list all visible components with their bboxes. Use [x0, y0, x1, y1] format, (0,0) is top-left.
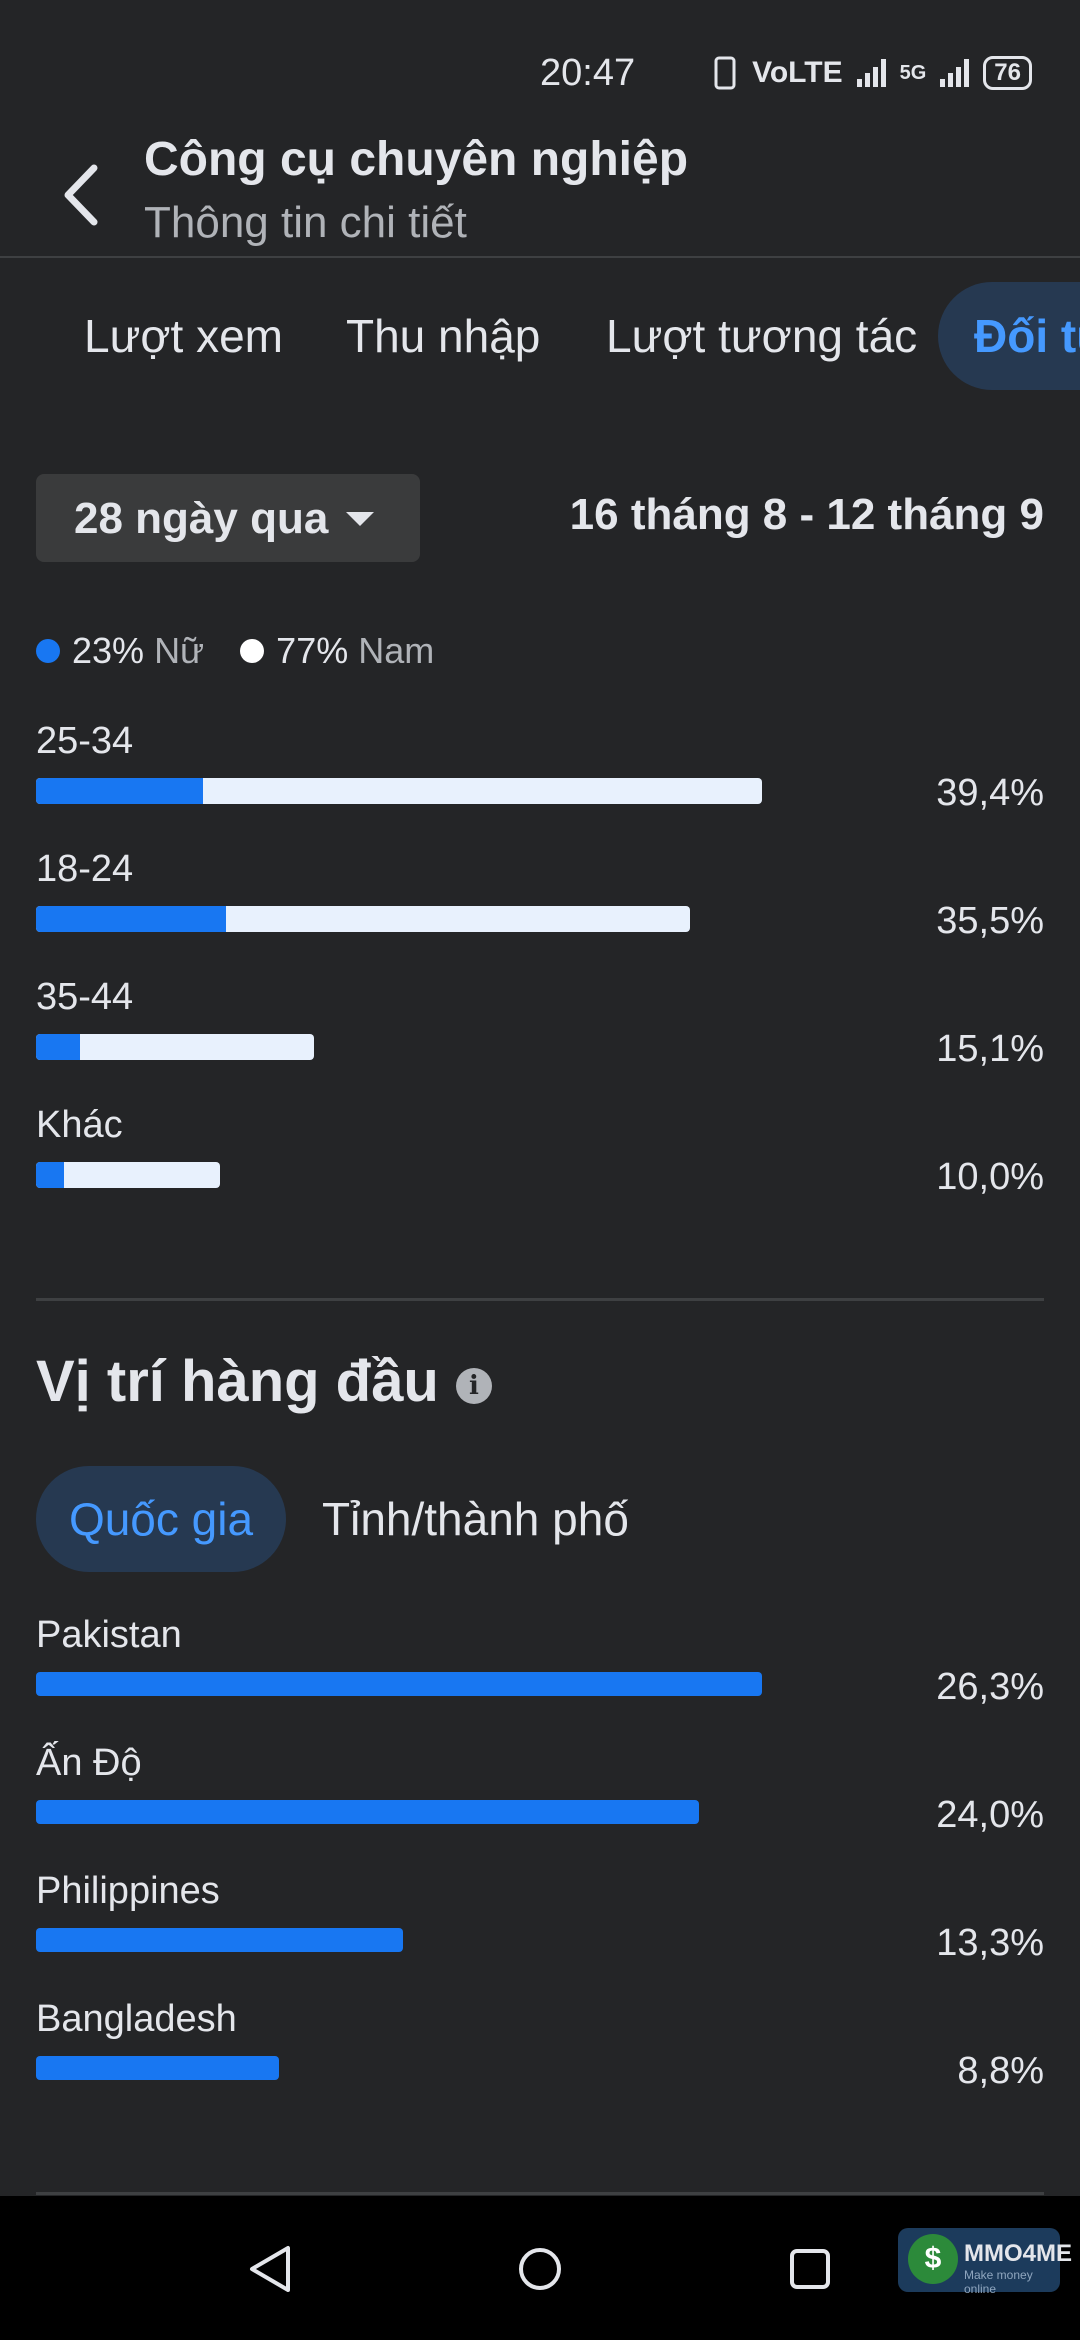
male-label: Nam: [358, 630, 435, 671]
location-bar: [36, 2056, 279, 2080]
tab-city[interactable]: Tỉnh/thành phố: [322, 1466, 629, 1572]
tab-engagement[interactable]: Lượt tương tác: [606, 282, 917, 390]
age-bar: [36, 778, 762, 804]
info-icon[interactable]: i: [456, 1368, 492, 1404]
vibrate-icon: [714, 56, 736, 90]
female-bar-fill: [36, 906, 226, 932]
location-bar: [36, 1672, 762, 1696]
age-row: Khác 10,0%: [36, 1104, 1044, 1214]
page-subtitle: Thông tin chi tiết: [144, 198, 467, 247]
watermark-logo: $ MMO4ME Make money online: [898, 2228, 1072, 2296]
location-label: Bangladesh: [36, 1998, 237, 2040]
age-row: 25-34 39,4%: [36, 720, 1044, 830]
tab-audience[interactable]: Đối tu: [938, 282, 1080, 390]
nav-recents-icon[interactable]: [775, 2234, 845, 2304]
location-percent: 13,3%: [936, 1922, 1044, 1964]
age-bar: [36, 906, 690, 932]
age-label: 25-34: [36, 720, 134, 762]
female-bar-fill: [36, 778, 203, 804]
location-row: Pakistan 26,3%: [36, 1614, 1044, 1724]
back-icon[interactable]: [56, 160, 112, 230]
location-bar: [36, 1928, 403, 1952]
location-percent: 26,3%: [936, 1666, 1044, 1708]
watermark-brand: MMO4ME: [964, 2240, 1072, 2267]
tab-bar: Lượt xem Thu nhập Lượt tương tác Đối tu: [0, 282, 1080, 392]
network-type-label: 5G: [899, 61, 927, 84]
location-row: Philippines 13,3%: [36, 1870, 1044, 1980]
locations-title: Vị trí hàng đầu: [36, 1349, 439, 1414]
nav-back-icon[interactable]: [236, 2234, 306, 2304]
location-label: Pakistan: [36, 1614, 182, 1656]
location-bar: [36, 1800, 699, 1824]
male-percent: 77%: [276, 630, 349, 671]
date-range-dropdown[interactable]: 28 ngày qua: [36, 474, 420, 562]
female-bar-fill: [36, 1034, 80, 1060]
volte-label: VoLTE: [752, 56, 843, 89]
status-icons: VoLTE 5G 76: [712, 56, 1032, 90]
location-label: Ấn Độ: [36, 1742, 142, 1784]
age-label: Khác: [36, 1104, 123, 1146]
date-range-text: 16 tháng 8 - 12 tháng 9: [569, 490, 1044, 539]
age-label: 35-44: [36, 976, 134, 1018]
date-range-label: 28 ngày qua: [74, 494, 329, 543]
age-percent: 15,1%: [936, 1028, 1044, 1070]
female-dot-icon: [36, 639, 60, 663]
female-percent: 23%: [72, 630, 145, 671]
section-divider: [36, 2192, 1044, 2195]
location-row: Bangladesh 8,8%: [36, 1998, 1044, 2108]
status-time: 20:47: [540, 52, 636, 94]
age-row: 35-44 15,1%: [36, 976, 1044, 1086]
signal-1-icon: [856, 59, 886, 87]
battery-icon: 76: [983, 56, 1032, 90]
age-bar: [36, 1162, 220, 1188]
signal-2-icon: [940, 59, 970, 87]
caret-down-icon: [346, 512, 374, 526]
section-divider: [36, 1298, 1044, 1301]
male-dot-icon: [240, 639, 265, 663]
status-bar: 20:47 VoLTE 5G 76: [0, 0, 1080, 120]
location-row: Ấn Độ 24,0%: [36, 1742, 1044, 1852]
gender-legend: 23% Nữ 77% Nam: [36, 630, 470, 672]
dollar-coin-icon: $: [908, 2234, 958, 2284]
tab-views[interactable]: Lượt xem: [84, 282, 283, 390]
nav-home-icon[interactable]: [505, 2234, 575, 2304]
age-percent: 35,5%: [936, 900, 1044, 942]
age-percent: 39,4%: [936, 772, 1044, 814]
location-percent: 24,0%: [936, 1794, 1044, 1836]
age-bar: [36, 1034, 314, 1060]
location-label: Philippines: [36, 1870, 220, 1912]
age-row: 18-24 35,5%: [36, 848, 1044, 958]
header: Công cụ chuyên nghiệp Thông tin chi tiết: [0, 120, 1080, 258]
female-bar-fill: [36, 1162, 64, 1188]
watermark-tagline: Make money online: [964, 2268, 1033, 2296]
age-percent: 10,0%: [936, 1156, 1044, 1198]
age-label: 18-24: [36, 848, 134, 890]
female-label: Nữ: [154, 630, 205, 671]
location-percent: 8,8%: [957, 2050, 1044, 2092]
page-title: Công cụ chuyên nghiệp: [144, 133, 689, 186]
tab-country[interactable]: Quốc gia: [36, 1466, 286, 1572]
tab-earnings[interactable]: Thu nhập: [346, 282, 540, 390]
